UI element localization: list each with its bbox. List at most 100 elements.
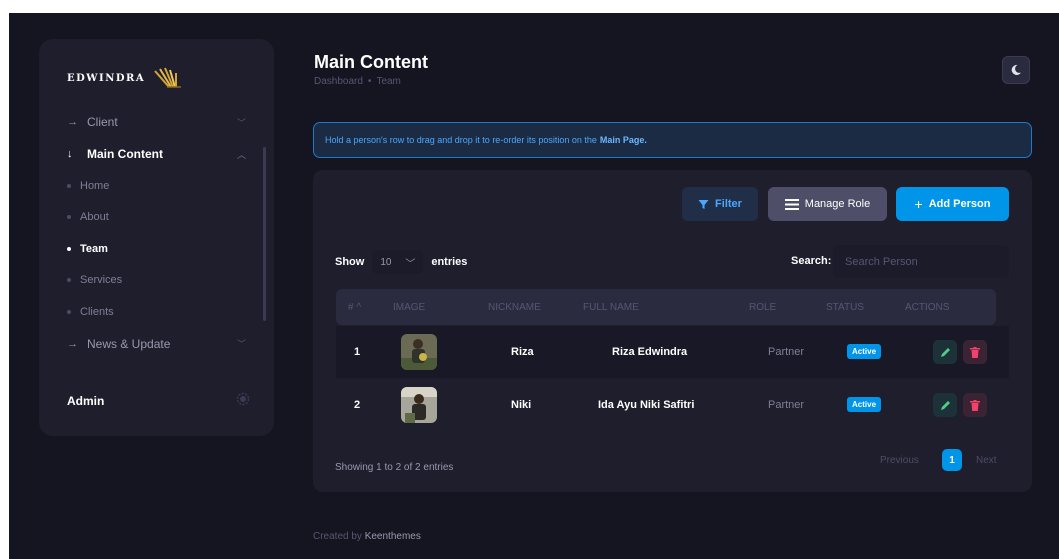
edit-button[interactable] xyxy=(933,340,957,364)
theme-toggle-button[interactable] xyxy=(1002,56,1030,84)
sidebar-scrollbar[interactable] xyxy=(263,147,266,321)
previous-page-button[interactable]: Previous xyxy=(880,449,919,471)
logo-text: EDWINDRA xyxy=(67,72,146,84)
status-badge: Active xyxy=(847,397,882,412)
column-header-image[interactable]: IMAGE xyxy=(393,302,425,313)
status-badge: Active xyxy=(847,344,882,359)
footer-prefix: Created by xyxy=(313,531,362,542)
bullet-icon xyxy=(67,246,71,251)
search-label: Search: xyxy=(791,255,832,267)
person-photo xyxy=(401,387,437,423)
sidebar-subitem-home[interactable]: Home xyxy=(39,170,274,202)
sidebar-item-client[interactable]: → Client ﹀ xyxy=(39,106,274,138)
page-title: Main Content xyxy=(314,52,428,72)
subitem-label: About xyxy=(80,211,109,224)
sidebar-item-news-update[interactable]: → News & Update ﹀ xyxy=(39,328,274,360)
show-label: Show xyxy=(335,256,365,268)
table-header: # ^ IMAGE NICKNAME FULL NAME ROLE STATUS… xyxy=(336,289,996,325)
table-row[interactable]: 2 Niki Ida Ayu Niki Safitri Partner Acti… xyxy=(336,379,1009,431)
pagination-summary: Showing 1 to 2 of 2 entries xyxy=(335,462,454,473)
breadcrumb-separator-icon: • xyxy=(367,76,372,87)
sidebar-subitem-clients[interactable]: Clients xyxy=(39,296,274,328)
entries-control: Show 10 ﹀ entries xyxy=(335,250,467,274)
sidebar-item-label: Client xyxy=(87,115,118,129)
list-icon xyxy=(784,198,799,210)
next-page-button[interactable]: Next xyxy=(976,449,997,471)
sidebar-subitem-team[interactable]: Team xyxy=(39,233,274,265)
full-name-cell: Riza Edwindra xyxy=(612,346,688,358)
nickname-cell: Riza xyxy=(511,346,534,358)
sidebar-item-main-content[interactable]: ↓ Main Content ︿ xyxy=(39,138,274,170)
sidebar-subitem-services[interactable]: Services xyxy=(39,265,274,297)
chevron-up-icon: ︿ xyxy=(236,149,246,160)
arrow-right-icon: → xyxy=(67,337,78,350)
column-header-number[interactable]: # ^ xyxy=(348,302,361,313)
chevron-down-icon: ﹀ xyxy=(236,339,246,349)
person-photo xyxy=(401,334,437,370)
filter-button[interactable]: Filter xyxy=(682,187,758,221)
arrow-right-icon: → xyxy=(67,116,78,128)
delete-button[interactable] xyxy=(963,393,987,417)
admin-label[interactable]: Admin xyxy=(67,394,104,408)
filter-label: Filter xyxy=(715,198,742,210)
notice-text: Hold a person's row to drag and drop it … xyxy=(325,135,597,145)
column-header-status[interactable]: STATUS xyxy=(826,302,864,313)
footer: Created by Keenthemes xyxy=(313,531,421,542)
pencil-icon xyxy=(940,400,950,410)
sidebar-menu: → Client ﹀ ↓ Main Content ︿ Home About T… xyxy=(39,106,274,360)
add-person-label: Add Person xyxy=(928,198,991,210)
trash-icon xyxy=(970,346,980,358)
row-number: 2 xyxy=(354,399,361,411)
sidebar-subitem-about[interactable]: About xyxy=(39,202,274,234)
column-header-actions: ACTIONS xyxy=(905,302,950,313)
entries-label: entries xyxy=(431,256,468,268)
table-row[interactable]: 1 Riza Riza Edwindra Partner Active xyxy=(336,326,1009,378)
pencil-icon xyxy=(940,347,950,357)
subitem-label: Team xyxy=(80,242,108,255)
subitem-label: Home xyxy=(80,179,110,192)
sidebar-item-label: News & Update xyxy=(87,336,171,351)
subitem-label: Clients xyxy=(80,305,114,318)
chevron-down-icon: ﹀ xyxy=(236,117,246,128)
column-header-full-name[interactable]: FULL NAME xyxy=(583,302,639,313)
info-notice: Hold a person's row to drag and drop it … xyxy=(313,122,1032,158)
chevron-down-icon: ﹀ xyxy=(405,258,416,270)
trash-icon xyxy=(970,399,980,411)
sidebar-item-label: Main Content xyxy=(87,147,163,161)
delete-button[interactable] xyxy=(963,340,987,364)
nickname-cell: Niki xyxy=(511,399,532,411)
column-header-role[interactable]: ROLE xyxy=(749,302,776,313)
page-1-button[interactable]: 1 xyxy=(942,449,962,471)
settings-icon[interactable] xyxy=(236,392,250,406)
bullet-icon xyxy=(67,278,71,283)
search-input[interactable] xyxy=(833,245,1009,278)
bullet-icon xyxy=(67,215,71,220)
bullet-icon xyxy=(67,183,71,188)
filter-icon xyxy=(698,199,709,209)
sidebar: EDWINDRA → Client ﹀ ↓ Main Content ︿ Hom… xyxy=(39,39,274,436)
manage-role-button[interactable]: Manage Role xyxy=(768,187,887,221)
add-person-button[interactable]: + Add Person xyxy=(896,187,1009,221)
entries-value: 10 xyxy=(380,256,392,268)
subitem-label: Services xyxy=(80,274,123,287)
team-card: Filter Manage Role + Add Person Show 10 … xyxy=(313,170,1032,492)
breadcrumb: Dashboard • Team xyxy=(314,76,401,87)
breadcrumb-item: Team xyxy=(376,76,401,87)
notice-link[interactable]: Main Page. xyxy=(600,135,647,145)
breadcrumb-item[interactable]: Dashboard xyxy=(314,76,363,87)
moon-icon xyxy=(1011,64,1021,75)
bullet-icon xyxy=(67,309,71,314)
footer-link[interactable]: Keenthemes xyxy=(365,531,421,542)
entries-select[interactable]: 10 ﹀ xyxy=(372,250,424,274)
arrow-down-icon: ↓ xyxy=(67,148,73,160)
full-name-cell: Ida Ayu Niki Safitri xyxy=(598,399,695,411)
manage-role-label: Manage Role xyxy=(804,198,871,210)
plus-icon: + xyxy=(914,196,923,212)
role-cell: Partner xyxy=(768,346,805,358)
edit-button[interactable] xyxy=(933,393,957,417)
row-number: 1 xyxy=(354,346,361,358)
role-cell: Partner xyxy=(768,399,805,411)
logo[interactable]: EDWINDRA xyxy=(67,67,183,89)
column-header-nickname[interactable]: NICKNAME xyxy=(488,302,541,313)
wheat-logo-icon xyxy=(154,67,182,88)
